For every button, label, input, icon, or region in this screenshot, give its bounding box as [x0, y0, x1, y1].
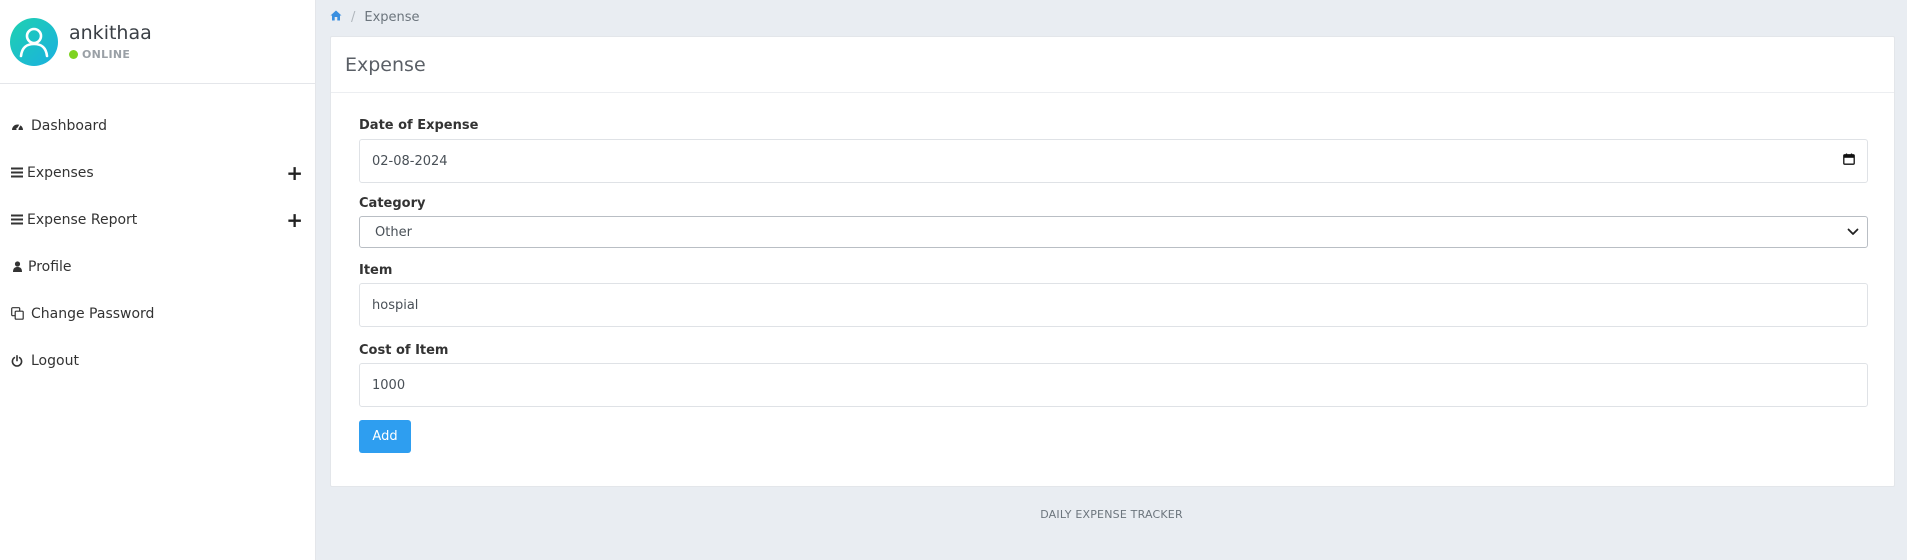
sidebar-item-expenses[interactable]: Expenses + [0, 149, 315, 196]
bars-icon [10, 166, 24, 180]
cost-label: Cost of Item [359, 343, 449, 358]
calendar-icon[interactable] [1843, 153, 1855, 169]
expense-card: Expense Date of Expense 02-08-2024 Categ… [330, 36, 1895, 487]
breadcrumb: / Expense [330, 10, 420, 25]
expand-plus-icon[interactable]: + [286, 210, 303, 230]
add-button[interactable]: Add [359, 420, 411, 453]
item-value: hospial [372, 297, 419, 313]
user-name: ankithaa [69, 22, 152, 44]
status-badge: ONLINE [69, 48, 152, 61]
online-dot-icon [69, 50, 78, 59]
user-profile: ankithaa ONLINE [0, 0, 315, 84]
date-label: Date of Expense [359, 118, 479, 133]
home-icon[interactable] [330, 10, 342, 25]
sidebar-item-profile[interactable]: Profile [0, 243, 315, 290]
item-label: Item [359, 263, 393, 278]
sidebar-item-label: Expense Report [27, 211, 138, 228]
cost-value: 1000 [372, 377, 406, 393]
user-avatar-icon [19, 27, 49, 57]
copy-icon [10, 307, 24, 321]
footer-text: DAILY EXPENSE TRACKER [1040, 508, 1183, 521]
chevron-down-icon [1847, 225, 1859, 240]
sidebar-item-expense-report[interactable]: Expense Report + [0, 196, 315, 243]
power-icon [10, 354, 24, 368]
card-title: Expense [331, 37, 1894, 93]
date-input[interactable]: 02-08-2024 [359, 139, 1868, 183]
category-value: Other [375, 224, 412, 240]
cost-input[interactable]: 1000 [359, 363, 1868, 407]
sidebar-item-label: Logout [31, 352, 79, 369]
category-select[interactable]: Other [359, 216, 1868, 248]
avatar [10, 17, 58, 66]
sidebar-item-label: Expenses [27, 164, 94, 181]
sidebar-item-logout[interactable]: Logout [0, 337, 315, 384]
item-input[interactable]: hospial [359, 283, 1868, 327]
date-value: 02-08-2024 [372, 153, 448, 169]
sidebar-menu: Dashboard Expenses + Expense Report + Pr… [0, 102, 315, 384]
dashboard-icon [10, 119, 24, 133]
expense-form: Date of Expense 02-08-2024 Category Othe… [331, 118, 1894, 453]
breadcrumb-current: Expense [364, 10, 420, 25]
category-label: Category [359, 196, 426, 211]
expand-plus-icon[interactable]: + [286, 163, 303, 183]
status-text: ONLINE [82, 48, 131, 61]
sidebar-item-label: Dashboard [31, 117, 107, 134]
sidebar-item-label: Profile [28, 258, 72, 275]
breadcrumb-separator: / [351, 10, 356, 25]
sidebar-item-dashboard[interactable]: Dashboard [0, 102, 315, 149]
sidebar-item-change-password[interactable]: Change Password [0, 290, 315, 337]
bars-icon [10, 213, 24, 227]
sidebar: ankithaa ONLINE Dashboard Expenses + Exp… [0, 0, 316, 560]
sidebar-item-label: Change Password [31, 305, 155, 322]
user-icon [10, 260, 24, 274]
